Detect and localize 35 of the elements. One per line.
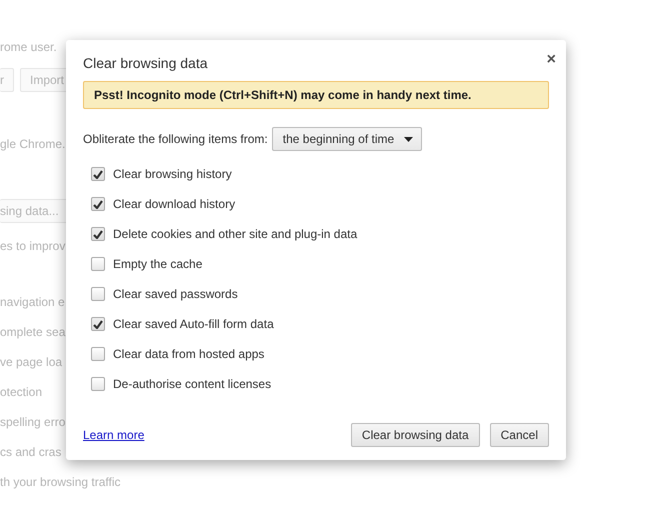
background-text: spelling erro: [0, 415, 66, 429]
background-text: otection: [0, 385, 42, 399]
dialog-button[interactable]: Clear browsing data: [350, 423, 480, 447]
background-text: ve page loa: [0, 355, 62, 369]
checkbox-label: Delete cookies and other site and plug-in data: [113, 227, 358, 241]
checkbox[interactable]: [91, 287, 105, 301]
checkbox-label: De-authorise content licenses: [113, 377, 272, 391]
checkbox[interactable]: [91, 167, 105, 181]
checkbox-label: Clear data from hosted apps: [113, 347, 264, 361]
background-text: gle Chrome.: [0, 137, 66, 151]
caret-icon: [404, 136, 414, 142]
checkbox-label: Empty the cache: [113, 257, 202, 271]
checkbox[interactable]: [91, 347, 105, 361]
checkbox[interactable]: [91, 317, 105, 331]
background-text: cs and cras: [0, 445, 62, 459]
period-label: Obliterate the following items from:: [83, 132, 268, 146]
checkbox[interactable]: [91, 257, 105, 271]
background-text: rome user.: [0, 40, 57, 54]
checkbox-label: Clear download history: [113, 197, 236, 211]
checkbox[interactable]: [91, 227, 105, 241]
background-text: omplete sea: [0, 325, 66, 339]
period-dropdown[interactable]: the beginning of time: [272, 127, 422, 151]
incognito-banner: Psst! Incognito mode (Ctrl+Shift+N) may come in handy next time.: [83, 81, 549, 109]
background-text: es to improv: [0, 239, 66, 253]
checkbox[interactable]: [91, 197, 105, 211]
background-text: th your browsing traffic: [0, 475, 120, 489]
learn-more-link[interactable]: Learn more: [83, 428, 144, 442]
dialog-button[interactable]: Cancel: [490, 423, 549, 447]
checkbox-label: Clear saved Auto-fill form data: [113, 317, 274, 331]
background-text: navigation e: [0, 295, 65, 309]
checkbox-label: Clear browsing history: [113, 167, 232, 181]
checkbox[interactable]: [91, 377, 105, 391]
dialog-title: Clear browsing data: [83, 55, 208, 71]
checkbox-label: Clear saved passwords: [113, 287, 238, 301]
close-button[interactable]: ×: [546, 52, 556, 68]
